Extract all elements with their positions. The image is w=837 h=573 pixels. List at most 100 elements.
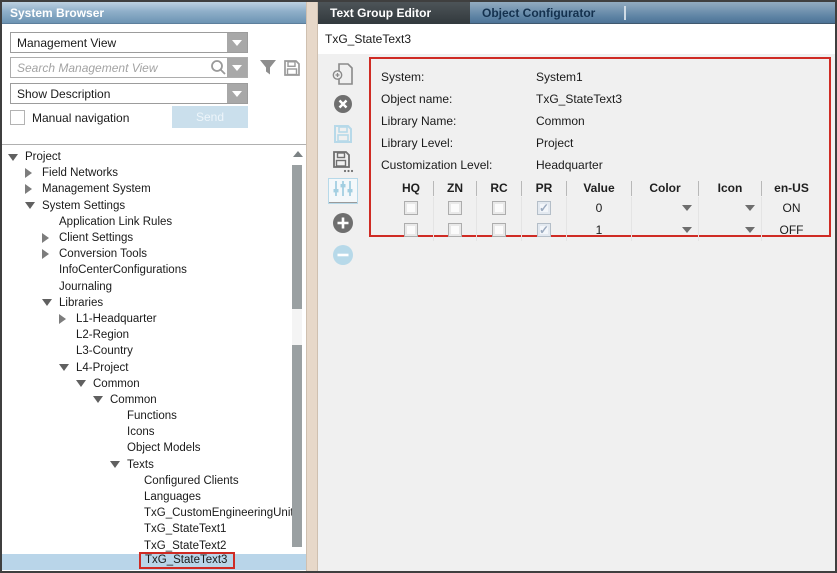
zn-checkbox[interactable] bbox=[448, 223, 462, 237]
tree-item-infocenterconfigurations[interactable]: InfoCenterConfigurations bbox=[2, 262, 306, 278]
remove-icon[interactable] bbox=[332, 244, 354, 266]
collapsed-arrow-icon[interactable] bbox=[59, 314, 76, 324]
search-field[interactable] bbox=[10, 57, 248, 78]
scroll-up-icon[interactable] bbox=[293, 151, 303, 157]
expanded-arrow-icon[interactable] bbox=[8, 154, 25, 161]
pr-checkbox[interactable] bbox=[537, 201, 551, 215]
tree-item-functions[interactable]: Functions bbox=[2, 408, 306, 424]
scrollbar-track[interactable] bbox=[292, 165, 302, 547]
tree-item-journaling[interactable]: Journaling bbox=[2, 279, 306, 295]
tree-item-system-settings[interactable]: System Settings bbox=[2, 198, 306, 214]
tree-item-label: Configured Clients bbox=[144, 475, 239, 487]
tree-item-l4-project[interactable]: L4-Project bbox=[2, 359, 306, 375]
tree-item-configured-clients[interactable]: Configured Clients bbox=[2, 473, 306, 489]
tree-item-label: Common bbox=[93, 378, 140, 390]
tree-item-label: Common bbox=[110, 394, 157, 406]
collapsed-arrow-icon[interactable] bbox=[42, 233, 59, 243]
collapsed-arrow-icon[interactable] bbox=[25, 184, 42, 194]
form-field: System:System1 bbox=[381, 66, 829, 88]
field-label: Library Level: bbox=[381, 136, 536, 150]
tree-scrollbar[interactable] bbox=[292, 149, 303, 569]
tree-item-l3-country[interactable]: L3-Country bbox=[2, 343, 306, 359]
text-group-form: System:System1Object name:TxG_StateText3… bbox=[369, 57, 831, 237]
expanded-arrow-icon[interactable] bbox=[76, 380, 93, 387]
scrollbar-thumb[interactable] bbox=[292, 309, 302, 345]
panel-splitter[interactable] bbox=[306, 2, 318, 571]
rc-checkbox[interactable] bbox=[492, 223, 506, 237]
icon-dropdown-icon[interactable] bbox=[745, 227, 755, 233]
display-mode-value: Show Description bbox=[17, 87, 110, 101]
filter-icon[interactable] bbox=[259, 59, 277, 77]
save-as-icon[interactable] bbox=[332, 150, 354, 174]
tree-item-label: L1-Headquarter bbox=[76, 313, 157, 325]
tree-item-label: Libraries bbox=[59, 297, 103, 309]
save-icon[interactable] bbox=[333, 124, 353, 144]
tree-item-application-link-rules[interactable]: Application Link Rules bbox=[2, 214, 306, 230]
expanded-arrow-icon[interactable] bbox=[59, 364, 76, 371]
chevron-down-icon[interactable] bbox=[227, 84, 247, 103]
import-icon[interactable] bbox=[332, 62, 354, 86]
tree-item-txg-statetext2[interactable]: TxG_StateText2 bbox=[2, 538, 306, 554]
tree-item-languages[interactable]: Languages bbox=[2, 489, 306, 505]
color-dropdown-icon[interactable] bbox=[682, 227, 692, 233]
expanded-arrow-icon[interactable] bbox=[93, 396, 110, 403]
tree-item-txg-statetext3[interactable]: TxG_StateText3 bbox=[2, 554, 306, 570]
tree-item-field-networks[interactable]: Field Networks bbox=[2, 165, 306, 181]
send-button[interactable]: Send bbox=[172, 106, 248, 128]
icon-dropdown-icon[interactable] bbox=[745, 205, 755, 211]
expanded-arrow-icon[interactable] bbox=[42, 299, 59, 306]
expanded-arrow-icon[interactable] bbox=[25, 202, 42, 209]
breadcrumb: TxG_StateText3 bbox=[318, 24, 835, 54]
search-input[interactable] bbox=[11, 59, 210, 76]
tree-item-l2-region[interactable]: L2-Region bbox=[2, 327, 306, 343]
color-dropdown-icon[interactable] bbox=[682, 205, 692, 211]
rc-checkbox[interactable] bbox=[492, 201, 506, 215]
toolbar-separator bbox=[329, 202, 357, 203]
tree-item-project[interactable]: Project bbox=[2, 149, 306, 165]
search-dropdown-icon[interactable] bbox=[227, 58, 247, 77]
collapsed-arrow-icon[interactable] bbox=[42, 249, 59, 259]
tree-item-texts[interactable]: Texts bbox=[2, 457, 306, 473]
tree-item-management-system[interactable]: Management System bbox=[2, 181, 306, 197]
tree-item-common[interactable]: Common bbox=[2, 392, 306, 408]
zn-checkbox[interactable] bbox=[448, 201, 462, 215]
tree-item-conversion-tools[interactable]: Conversion Tools bbox=[2, 246, 306, 262]
tree-item-label: Management System bbox=[42, 183, 151, 195]
tree-item-client-settings[interactable]: Client Settings bbox=[2, 230, 306, 246]
tree-item-l1-headquarter[interactable]: L1-Headquarter bbox=[2, 311, 306, 327]
tree-item-icons[interactable]: Icons bbox=[2, 424, 306, 440]
en-us-cell: ON bbox=[761, 197, 821, 219]
tree-item-label: L3-Country bbox=[76, 345, 133, 357]
tree-item-txg-customengineeringunits[interactable]: TxG_CustomEngineeringUnits bbox=[2, 505, 306, 521]
manual-navigation-checkbox[interactable] bbox=[10, 110, 25, 125]
tree-item-libraries[interactable]: Libraries bbox=[2, 295, 306, 311]
form-field: Object name:TxG_StateText3 bbox=[381, 88, 829, 110]
add-icon[interactable] bbox=[332, 212, 354, 234]
column-header-rc: RC bbox=[476, 181, 521, 196]
tree-item-label: Project bbox=[25, 151, 61, 163]
expanded-arrow-icon[interactable] bbox=[110, 461, 127, 468]
tree-item-common[interactable]: Common bbox=[2, 376, 306, 392]
tree-item-label: Field Networks bbox=[42, 167, 118, 179]
chevron-down-icon[interactable] bbox=[227, 33, 247, 52]
tab-text-group-editor[interactable]: Text Group Editor bbox=[318, 2, 470, 24]
tree-item-txg-statetext1[interactable]: TxG_StateText1 bbox=[2, 521, 306, 537]
tree-item-label: InfoCenterConfigurations bbox=[59, 264, 187, 276]
hq-checkbox[interactable] bbox=[404, 223, 418, 237]
collapsed-arrow-icon[interactable] bbox=[25, 168, 42, 178]
view-selector-value: Management View bbox=[17, 36, 116, 50]
configure-icon[interactable] bbox=[328, 178, 358, 204]
editor-panel: Text Group Editor Object Configurator Tx… bbox=[318, 2, 835, 571]
tab-object-configurator[interactable]: Object Configurator bbox=[470, 2, 622, 24]
save-icon[interactable] bbox=[283, 59, 301, 77]
application-window: System Browser Management View Show Desc… bbox=[0, 0, 837, 573]
view-selector-dropdown[interactable]: Management View bbox=[10, 32, 248, 53]
tree-item-object-models[interactable]: Object Models bbox=[2, 440, 306, 456]
display-mode-dropdown[interactable]: Show Description bbox=[10, 83, 248, 104]
en-us-cell: OFF bbox=[761, 219, 821, 241]
cancel-icon[interactable] bbox=[333, 94, 353, 114]
pr-checkbox[interactable] bbox=[537, 223, 551, 237]
table-body: 0ON1OFF bbox=[389, 197, 821, 241]
hq-checkbox[interactable] bbox=[404, 201, 418, 215]
column-header-hq: HQ bbox=[389, 181, 433, 196]
